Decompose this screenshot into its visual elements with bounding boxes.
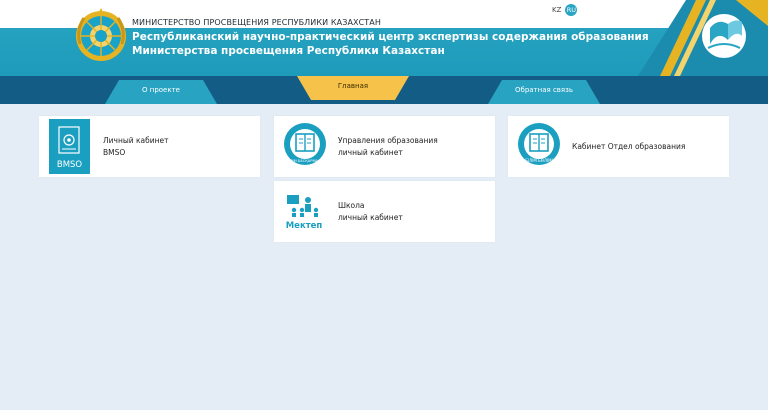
mektep-logo-text: Мектеп [286,221,323,231]
center-title-line2: Министерства просвещения Республики Каза… [132,45,445,57]
card-education-department[interactable]: БІЛІМ БАСҚАРМАСЫ Управления образования … [274,116,495,177]
card-education-department-subtitle: личный кабинет [338,147,403,157]
card-bmso-text: Личный кабинет BMSO [103,135,169,159]
bilim-baskarmasy-logo-text: БІЛІМ БАСҚАРМАСЫ [286,159,323,163]
tab-home[interactable]: Главная [297,76,409,104]
tab-about-label: О проекте [142,86,180,94]
bilim-bolimi-logo-text: БІЛІМ БӨЛІМІ [525,158,553,163]
ministry-name: МИНИСТЕРСТВО ПРОСВЕЩЕНИЯ РЕСПУБЛИКИ КАЗА… [132,18,381,27]
language-switcher: KZ RU [552,4,578,16]
mektep-logo-icon: Мектеп [286,195,323,231]
card-bmso-title: Личный кабинет [103,135,169,145]
lang-ru-link[interactable]: RU [565,4,578,16]
tab-about[interactable]: О проекте [105,76,217,104]
card-school-text: Школа личный кабинет [338,200,403,224]
state-emblem-icon[interactable] [74,8,128,66]
main-nav: О проекте Главная Обратная связь [0,76,768,104]
card-bmso-subtitle: BMSO [103,147,126,157]
card-education-office[interactable]: БІЛІМ БӨЛІМІ Кабинет Отдел образования [508,116,729,177]
tab-feedback[interactable]: Обратная связь [488,76,600,104]
card-bmso[interactable]: BMSO Личный кабинет BMSO [39,116,260,177]
card-education-department-title: Управления образования [338,135,438,145]
book-logo-icon [638,0,768,76]
tab-home-shape [297,76,409,100]
bmso-logo-text: BMSO [57,160,83,170]
center-title-line1: Республиканский научно-практический цент… [132,31,649,43]
bilim-baskarmasy-logo-icon: БІЛІМ БАСҚАРМАСЫ [284,123,326,165]
card-education-department-text: Управления образования личный кабинет [338,135,438,159]
card-school[interactable]: Мектеп Школа личный кабинет [274,181,495,242]
center-title: Республиканский научно-практический цент… [132,30,649,58]
bilim-bolimi-logo-icon: БІЛІМ БӨЛІМІ [518,123,560,165]
card-school-title: Школа [338,200,365,210]
lang-kz-link[interactable]: KZ [552,6,561,14]
tab-home-label: Главная [337,82,369,90]
bmso-logo-icon: BMSO [49,119,90,174]
card-school-subtitle: личный кабинет [338,212,403,222]
card-education-office-title: Кабинет Отдел образования [572,141,686,151]
card-education-office-text: Кабинет Отдел образования [572,141,685,153]
tab-feedback-label: Обратная связь [515,86,573,94]
site-header: МИНИСТЕРСТВО ПРОСВЕЩЕНИЯ РЕСПУБЛИКИ КАЗА… [0,0,768,76]
